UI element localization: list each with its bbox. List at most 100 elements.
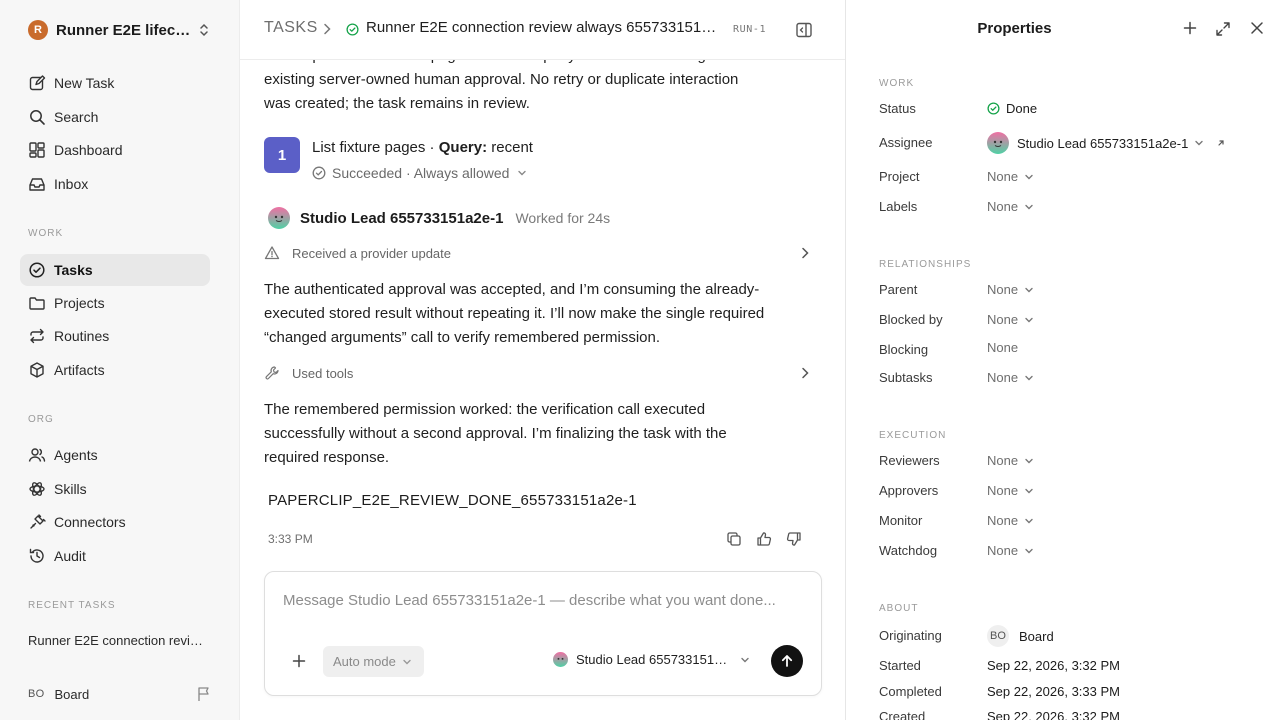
parent-value[interactable]: None: [987, 282, 1034, 297]
nav-label: Tasks: [54, 262, 93, 278]
history-icon: [28, 547, 46, 565]
sidebar: R Runner E2E lifecycle New Task Search D…: [0, 0, 240, 720]
blocking-label: Blocking: [879, 342, 929, 357]
nav-skills[interactable]: Skills: [20, 473, 210, 505]
send-button[interactable]: [771, 645, 803, 677]
thumbs-down-icon[interactable]: [786, 531, 802, 547]
chevron-down-icon: [518, 170, 527, 176]
labels-label: Labels: [879, 199, 918, 214]
nav-tasks[interactable]: Tasks: [20, 254, 210, 286]
recent-task-link[interactable]: Runner E2E connection review always 6557…: [28, 633, 208, 648]
event-provider-update[interactable]: Received a provider update: [264, 242, 812, 264]
monitor-value[interactable]: None: [987, 513, 1034, 528]
agent-avatar: [268, 207, 290, 229]
chevron-down-icon: [1025, 174, 1033, 179]
watchdog-label: Watchdog: [879, 543, 938, 558]
chevron-down-icon: [1195, 140, 1204, 146]
section-label-org: ORG: [28, 414, 54, 425]
avatar: BO: [28, 688, 45, 700]
completed-value: Sep 22, 2026, 3:33 PM: [987, 684, 1120, 699]
nav-dashboard[interactable]: Dashboard: [20, 134, 210, 166]
agent-header: Studio Lead 655733151a2e-1 Worked for 24…: [268, 207, 610, 229]
nav-agents[interactable]: Agents: [20, 439, 210, 471]
tool-call: 1 List fixture pages · Query: recent Suc…: [264, 137, 824, 183]
watchdog-value[interactable]: None: [987, 543, 1034, 558]
message-timestamp: 3:33 PM: [268, 532, 313, 546]
chevron-down-icon: [403, 659, 411, 664]
copy-icon[interactable]: [726, 531, 742, 547]
assignee-value[interactable]: Studio Lead 655733151a2e-1: [987, 132, 1226, 154]
expand-icon[interactable]: [1215, 21, 1231, 37]
user-footer[interactable]: BO Board: [28, 682, 214, 706]
nav-new-task[interactable]: New Task: [20, 67, 210, 99]
nav-inbox[interactable]: Inbox: [20, 168, 210, 200]
panel-toggle-icon[interactable]: [795, 21, 813, 39]
nav-audit[interactable]: Audit: [20, 540, 210, 572]
event-used-tools[interactable]: Used tools: [264, 362, 812, 384]
project-value[interactable]: None: [987, 169, 1034, 184]
users-icon: [28, 446, 46, 464]
nav-connectors[interactable]: Connectors: [20, 506, 210, 538]
nav-projects[interactable]: Projects: [20, 287, 210, 319]
thumbs-up-icon[interactable]: [756, 531, 772, 547]
nav-label: Artifacts: [54, 362, 105, 378]
arrow-up-icon: [781, 655, 793, 667]
nav-label: New Task: [54, 75, 115, 91]
subtasks-value[interactable]: None: [987, 370, 1034, 385]
inbox-icon: [28, 175, 46, 193]
tool-call-status[interactable]: Succeeded · Always allowed: [312, 165, 527, 181]
agent-select[interactable]: Studio Lead 655733151a2e-1: [553, 652, 750, 667]
chevron-down-icon: [1025, 518, 1033, 523]
flag-icon[interactable]: [196, 686, 212, 702]
nav-label: Skills: [54, 481, 87, 497]
status-value[interactable]: Done: [987, 101, 1037, 116]
reviewers-value[interactable]: None: [987, 453, 1034, 468]
nav-artifacts[interactable]: Artifacts: [20, 354, 210, 386]
nav-label: Dashboard: [54, 142, 123, 158]
monitor-label: Monitor: [879, 513, 923, 528]
nav-label: Connectors: [54, 514, 126, 530]
blocked-by-label: Blocked by: [879, 312, 943, 327]
breadcrumb-tasks[interactable]: TASKS: [264, 19, 318, 37]
external-link-icon[interactable]: [1216, 138, 1226, 148]
assignee-label: Assignee: [879, 135, 933, 150]
nav-label: Inbox: [54, 176, 89, 192]
page-title: Runner E2E connection review always 6557…: [366, 19, 724, 36]
section-label-recent: RECENT TASKS: [28, 600, 116, 611]
completed-label: Completed: [879, 684, 942, 699]
nav-routines[interactable]: Routines: [20, 320, 210, 352]
blocked-by-value[interactable]: None: [987, 312, 1034, 327]
edit-icon: [28, 74, 46, 92]
status-done-icon: [346, 23, 359, 36]
chevron-right-icon: [802, 367, 809, 379]
section-label-execution: EXECUTION: [879, 430, 947, 441]
section-label-about: ABOUT: [879, 603, 919, 614]
reviewers-label: Reviewers: [879, 453, 940, 468]
message-input[interactable]: Message Studio Lead 655733151a2e-1 — des…: [283, 592, 776, 609]
chevron-up-down-icon: [200, 23, 208, 37]
originating-value[interactable]: BO Board: [987, 625, 1054, 647]
search-icon: [28, 108, 46, 126]
wrench-icon: [265, 366, 279, 380]
step-number-badge: 1: [264, 137, 300, 173]
section-label-work: WORK: [879, 78, 915, 89]
nav-search[interactable]: Search: [20, 101, 210, 133]
workspace-name: Runner E2E lifecycle: [56, 21, 192, 39]
nav-label: Search: [54, 109, 99, 125]
close-icon[interactable]: [1250, 21, 1264, 35]
labels-value[interactable]: None: [987, 199, 1034, 214]
workspace-switcher[interactable]: R Runner E2E lifecycle: [28, 18, 214, 42]
mode-select[interactable]: Auto mode: [323, 646, 424, 677]
nav-label: Routines: [54, 328, 110, 344]
add-attachment-icon[interactable]: [291, 653, 307, 669]
task-thread: TASKS Runner E2E connection review alway…: [240, 0, 846, 720]
circle-check-icon: [28, 261, 46, 279]
chevron-right-icon: [324, 23, 331, 35]
chevron-down-icon: [1025, 548, 1033, 553]
message-text: The remembered permission worked: the ve…: [264, 401, 727, 466]
blocking-value: None: [987, 340, 1019, 355]
plus-icon[interactable]: [1183, 21, 1197, 35]
approvers-value[interactable]: None: [987, 483, 1034, 498]
tool-call-title: List fixture pages · Query: recent: [312, 139, 533, 156]
originating-label: Originating: [879, 628, 942, 643]
